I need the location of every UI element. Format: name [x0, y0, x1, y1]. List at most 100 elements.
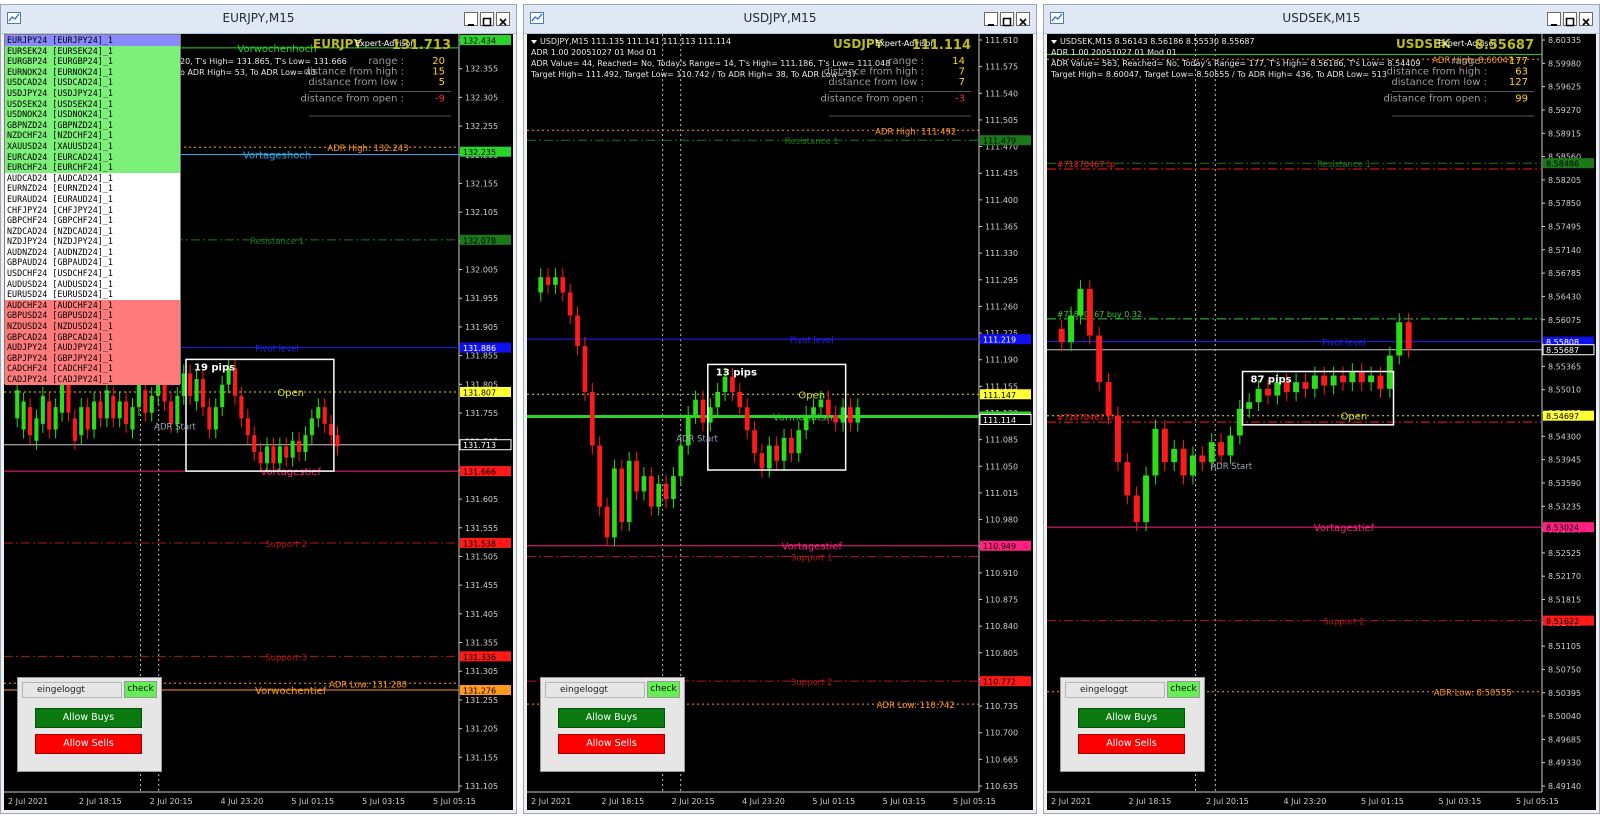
window-titlebar[interactable]: EURJPY,M15	[1, 5, 516, 34]
price-tick-label: 8.53590	[1548, 479, 1581, 488]
symbol-list-item[interactable]: EURCAD24 [EURCAD24]_1	[5, 151, 180, 163]
stats-value: 99	[1515, 94, 1528, 105]
symbol-list-item[interactable]: GBPUSD24 [GBPUSD24]_1	[5, 310, 180, 322]
candle-body	[92, 401, 97, 430]
price-tag-label: 131.666	[463, 468, 496, 477]
candle-body	[297, 440, 302, 453]
symbol-list-item[interactable]: EURAUD24 [EURAUD24]_1	[5, 193, 180, 205]
header-info-line: 20, T's High= 131.865, T's Low= 131.666	[180, 57, 347, 66]
symbol-list-item[interactable]: USDCAD24 [USDCAD24]_1	[5, 77, 180, 88]
symbol-list-item[interactable]: EURSEK24 [EURSEK24]_1	[5, 45, 180, 57]
header-info-line: USDJPY,M15 111.135 111.141 111.113 111.1…	[540, 37, 731, 46]
symbol-list-item[interactable]: AUDNZD24 [AUDNZD24]_1	[5, 246, 180, 258]
price-tick-label: 131.555	[465, 524, 498, 533]
allow-sells-button[interactable]: Allow Sells	[35, 734, 142, 754]
close-icon	[1582, 18, 1590, 26]
symbol-list-item[interactable]: AUDUSD24 [AUDUSD24]_1	[5, 278, 180, 290]
price-tag-label: 131.807	[463, 388, 496, 397]
symbol-list-item[interactable]: USDCHF24 [USDCHF24]_1	[5, 268, 180, 279]
check-button[interactable]: check	[647, 681, 680, 698]
symbol-list-item[interactable]: EURGBP24 [EURGBP24]_1	[5, 56, 180, 67]
price-tick-label: 110.910	[985, 569, 1018, 578]
symbol-list-item[interactable]: EURUSD24 [EURUSD24]_1	[5, 289, 180, 300]
symbol-list-item[interactable]: AUDJPY24 [AUDJPY24]_1	[5, 342, 180, 353]
chart-window-usdjpy[interactable]: USDJPY,M15 111.610 111.575 111.540 111.505 1…	[523, 4, 1037, 814]
chart-window-eurjpy[interactable]: EURJPY,M15 132.405132.355132.305132.2551…	[0, 4, 517, 814]
time-tick-label: 2 Jul 18:15	[1129, 797, 1172, 806]
symbol-list-item[interactable]: EURNOK24 [EURNOK24]_1	[5, 66, 180, 78]
close-button[interactable]	[496, 12, 510, 26]
symbol-list-item[interactable]: GBPCHF24 [GBPCHF24]_1	[5, 215, 180, 226]
candle-body	[1077, 288, 1084, 316]
symbol-list-item[interactable]: USDSEK24 [USDSEK24]_1	[5, 98, 180, 110]
symbol-list-item[interactable]: USDNOK24 [USDNOK24]_1	[5, 109, 180, 120]
symbol-list[interactable]: EURJPY24 [EURJPY24]_1 EURSEK24 [EURSEK24]…	[4, 34, 181, 385]
candle-body	[781, 437, 787, 461]
candle-body	[1124, 462, 1131, 496]
dropdown-arrow-icon[interactable]	[531, 40, 537, 44]
level-label: Support 2	[1323, 618, 1365, 628]
symbol-list-item[interactable]: NZDCAD24 [NZDCAD24]_1	[5, 225, 180, 237]
price-tick-label: 131.305	[465, 667, 498, 676]
price-tag-label: 111.219	[983, 336, 1016, 345]
symbol-list-item[interactable]: XAUUSD24 [XAUUSD24]_1	[5, 140, 180, 152]
window-titlebar[interactable]: USDSEK,M15	[1044, 5, 1599, 34]
allow-buys-button[interactable]: Allow Buys	[35, 708, 142, 728]
symbol-list-item[interactable]: NZDCHF24 [NZDCHF24]_1	[5, 130, 180, 141]
minimize-button[interactable]	[464, 12, 478, 26]
candle-body	[803, 414, 809, 431]
symbol-list-item[interactable]: AUDCAD24 [AUDCAD24]_1	[5, 172, 180, 184]
maximize-button[interactable]	[1563, 12, 1577, 27]
symbol-list-item[interactable]: EURNZD24 [EURNZD24]_1	[5, 183, 180, 194]
big-price: 131.713	[392, 38, 451, 53]
symbol-list-item[interactable]: GBPJPY24 [GBPJPY24]_1	[5, 352, 180, 364]
symbol-list-item[interactable]: GBPAUD24 [GBPAUD24]_1	[5, 257, 180, 269]
level-label: ADR High: 132.243	[327, 144, 408, 154]
candle-body	[194, 379, 199, 402]
symbol-list-item[interactable]: CADJPY24 [CADJPY24]_1	[5, 374, 180, 385]
candle-body	[663, 483, 669, 500]
price-tick-label: 132.155	[465, 179, 498, 188]
level-label: Support 1	[791, 553, 833, 563]
dropdown-arrow-icon[interactable]	[1051, 40, 1057, 44]
price-tick-label: 131.605	[465, 495, 498, 504]
price-tick-label: 8.57850	[1548, 199, 1581, 208]
window-titlebar[interactable]: USDJPY,M15	[524, 5, 1036, 34]
price-tick-label: 8.53235	[1548, 502, 1581, 511]
level-label: Support 2	[791, 678, 833, 688]
stats-value: 14	[952, 56, 965, 67]
check-button[interactable]: check	[124, 681, 157, 698]
symbol-list-item[interactable]: NZDUSD24 [NZDUSD24]_1	[5, 321, 180, 332]
candle-body	[612, 468, 617, 538]
maximize-button[interactable]	[480, 12, 494, 27]
chart-window-usdsek[interactable]: USDSEK,M15 8.60335 8.59980 8.59625 8.59270 8…	[1043, 4, 1600, 814]
symbol-list-item[interactable]: NZDJPY24 [NZDJPY24]_1	[5, 236, 180, 247]
symbol-list-item[interactable]: GBPNZD24 [GBPNZD24]_1	[5, 119, 180, 131]
allow-buys-button[interactable]: Allow Buys	[558, 708, 665, 728]
candle-body	[117, 401, 122, 419]
symbol-list-item[interactable]: CADCHF24 [CADCHF24]_1	[5, 363, 180, 374]
minimize-button[interactable]	[1547, 12, 1561, 26]
allow-sells-button[interactable]: Allow Sells	[558, 734, 665, 754]
candle-body	[560, 277, 566, 293]
window-title: USDSEK,M15	[1282, 11, 1361, 25]
allow-sells-button[interactable]: Allow Sells	[1078, 734, 1185, 754]
price-tick-label: 8.54300	[1548, 432, 1581, 441]
candle-body	[143, 390, 148, 413]
time-tick-label: 5 Jul 05:15	[1516, 797, 1559, 806]
price-tick-label: 111.400	[985, 196, 1018, 205]
allow-buys-button[interactable]: Allow Buys	[1078, 708, 1185, 728]
maximize-button[interactable]	[1000, 12, 1014, 27]
symbol-list-item[interactable]: EURJPY24 [EURJPY24]_1	[5, 35, 180, 46]
symbol-list-item[interactable]: USDJPY24 [USDJPY24]_1	[5, 87, 180, 99]
symbol-list-item[interactable]: CHFJPY24 [CHFJPY24]_1	[5, 204, 180, 216]
close-button[interactable]	[1579, 12, 1593, 26]
close-icon	[499, 18, 507, 26]
minimize-button[interactable]	[984, 12, 998, 26]
symbol-list-item[interactable]: GBPCAD24 [GBPCAD24]_1	[5, 331, 180, 343]
check-button[interactable]: check	[1167, 681, 1200, 698]
close-button[interactable]	[1016, 12, 1030, 26]
symbol-list-item[interactable]: AUDCHF24 [AUDCHF24]_1	[5, 299, 180, 311]
price-tick-label: 110.875	[985, 596, 1018, 605]
symbol-list-item[interactable]: EURCHF24 [EURCHF24]_1	[5, 162, 180, 173]
